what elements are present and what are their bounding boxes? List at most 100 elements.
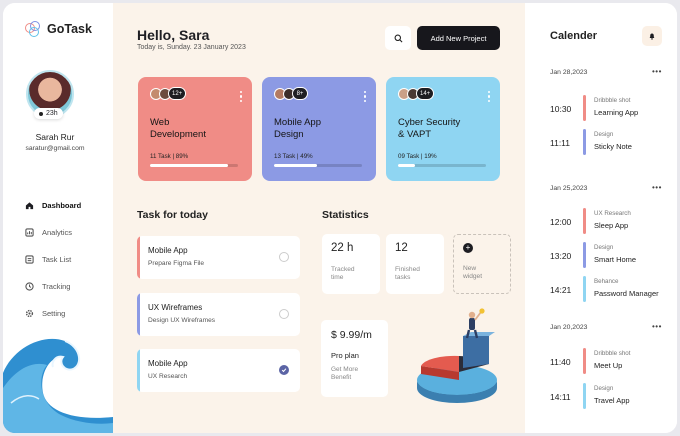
event-category: Dribbble shot <box>594 97 631 104</box>
user-email: saratur@gmail.com <box>25 145 85 152</box>
task-name: Mobile App <box>148 359 188 368</box>
add-widget-button[interactable]: + New widget <box>453 234 511 294</box>
sidebar-item-label: Analytics <box>42 228 73 237</box>
gear-icon <box>25 309 34 318</box>
project-card[interactable]: 8+ Mobile App Design 13 Task | 49% <box>262 77 376 181</box>
more-options-icon[interactable] <box>487 91 490 103</box>
more-options-icon[interactable]: ••• <box>652 183 662 192</box>
pro-plan-card[interactable]: $ 9.99/m Pro plan Get More Benefit <box>321 320 388 397</box>
sidebar-item-analytics[interactable]: Analytics <box>25 219 81 246</box>
event-name: Sticky Note <box>594 142 632 151</box>
analytics-icon <box>25 228 34 237</box>
app-logo[interactable]: GoTask <box>25 21 92 37</box>
main-panel: Hello, Sara Today is, Sunday. 23 January… <box>113 3 525 433</box>
more-options-icon[interactable]: ••• <box>652 322 662 331</box>
plan-subtitle: Get More Benefit <box>331 366 359 381</box>
sidebar-item-tracking[interactable]: Tracking <box>25 273 81 300</box>
sidebar-item-dashboard[interactable]: Dashboard <box>25 192 81 219</box>
stat-label: Tracked time <box>331 266 355 281</box>
event-time: 14:21 <box>550 285 572 295</box>
event-color-bar <box>583 276 586 302</box>
event-category: Design <box>594 131 614 138</box>
tasks-title: Task for today <box>137 209 208 221</box>
sidebar-item-setting[interactable]: Setting <box>25 300 81 327</box>
more-options-icon[interactable] <box>239 91 242 103</box>
stat-value: 22 h <box>331 242 354 254</box>
calendar-event[interactable]: 14:21 Behance Password Manager <box>550 276 670 306</box>
event-color-bar <box>583 242 586 268</box>
event-category: Design <box>594 385 614 392</box>
plan-price: $ 9.99/m <box>331 329 372 341</box>
event-category: Behance <box>594 278 619 285</box>
task-list-icon <box>25 255 34 264</box>
user-avatar-block[interactable]: 23h <box>26 70 74 119</box>
sidebar-nav: Dashboard Analytics Task List Tracking S… <box>25 192 81 327</box>
task-checkbox[interactable] <box>279 252 289 262</box>
project-card[interactable]: 14+ Cyber Security & VAPT 09 Task | 19% <box>386 77 500 181</box>
project-title: Mobile App Design <box>274 117 322 140</box>
task-color-bar <box>137 349 140 392</box>
calendar-title: Calender <box>550 30 598 42</box>
event-name: Password Manager <box>594 289 659 298</box>
calendar-event[interactable]: 13:20 Design Smart Home <box>550 242 670 272</box>
calendar-event[interactable]: 11:40 Dribbble shot Meet Up <box>550 348 670 378</box>
calendar-event[interactable]: 14:11 Design Travel App <box>550 383 670 413</box>
task-checkbox[interactable] <box>279 309 289 319</box>
clock-icon <box>25 282 34 291</box>
task-name: UX Wireframes <box>148 303 203 312</box>
user-name: Sarah Rur <box>35 132 75 142</box>
event-color-bar <box>583 129 586 155</box>
event-color-bar <box>583 95 586 121</box>
stat-label: New widget <box>463 265 483 280</box>
calendar-event[interactable]: 12:00 UX Research Sleep App <box>550 208 670 238</box>
more-options-icon[interactable] <box>363 91 366 103</box>
event-name: Sleep App <box>594 221 629 230</box>
member-count-badge: 8+ <box>292 87 308 100</box>
project-title: Web Development <box>150 117 206 140</box>
project-meta: 13 Task | 49% <box>274 153 313 160</box>
project-title: Cyber Security & VAPT <box>398 117 461 140</box>
sidebar-item-label: Task List <box>42 255 72 264</box>
event-category: Design <box>594 244 614 251</box>
event-time: 12:00 <box>550 217 572 227</box>
member-count-badge: 12+ <box>168 87 187 100</box>
stat-value: 12 <box>395 242 408 254</box>
more-options-icon[interactable]: ••• <box>652 67 662 76</box>
task-checkbox-checked[interactable] <box>279 365 289 375</box>
task-subtitle: UX Research <box>148 373 188 380</box>
calendar-event[interactable]: 10:30 Dribbble shot Learning App <box>550 95 670 125</box>
task-item[interactable]: UX Wireframes Design UX Wireframes <box>137 293 300 336</box>
sidebar-item-label: Dashboard <box>42 201 82 210</box>
task-color-bar <box>137 236 140 279</box>
app-name: GoTask <box>47 22 92 36</box>
event-time: 14:11 <box>550 392 571 402</box>
event-name: Smart Home <box>594 255 637 264</box>
notification-button[interactable] <box>642 26 662 46</box>
calendar-panel: Calender Jan 28,2023 ••• 10:30 Dribbble … <box>525 3 677 433</box>
progress-bar <box>150 164 238 167</box>
event-color-bar <box>583 383 586 409</box>
project-card[interactable]: 12+ Web Development 11 Task | 89% <box>138 77 252 181</box>
task-item[interactable]: Mobile App Prepare Figma File <box>137 236 300 279</box>
page-title: Hello, Sara <box>137 27 210 43</box>
progress-bar <box>274 164 362 167</box>
event-category: Dribbble shot <box>594 350 631 357</box>
member-avatars: 8+ <box>274 87 364 100</box>
task-item[interactable]: Mobile App UX Research <box>137 349 300 392</box>
member-count-badge: 14+ <box>416 87 435 100</box>
task-name: Mobile App <box>148 246 188 255</box>
sidebar-item-label: Tracking <box>42 282 71 291</box>
stat-card-tracked: 22 h Tracked time <box>322 234 380 294</box>
app-window: GoTask 23h Sarah Rur saratur@gmail.com D… <box>3 3 677 433</box>
search-button[interactable] <box>385 26 411 50</box>
member-avatars: 12+ <box>150 87 240 100</box>
event-name: Travel App <box>594 396 630 405</box>
logo-icon <box>25 21 41 37</box>
status-dot-icon <box>39 111 43 116</box>
calendar-event[interactable]: 11:11 Design Sticky Note <box>550 129 670 159</box>
add-new-project-button[interactable]: Add New Project <box>417 26 500 50</box>
sidebar-item-task-list[interactable]: Task List <box>25 246 81 273</box>
event-category: UX Research <box>594 210 631 217</box>
event-time: 13:20 <box>550 251 572 261</box>
status-badge: 23h <box>34 108 63 119</box>
